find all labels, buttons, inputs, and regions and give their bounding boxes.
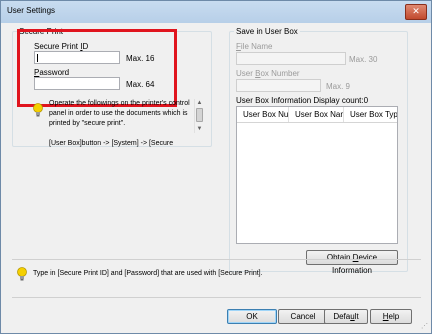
secure-print-id-max: Max. 16 bbox=[126, 54, 155, 63]
lightbulb-icon bbox=[17, 267, 27, 281]
default-button[interactable]: Default bbox=[324, 309, 368, 324]
file-name-input[interactable] bbox=[236, 52, 346, 65]
password-input[interactable] bbox=[34, 77, 120, 90]
box-number-max: Max. 9 bbox=[326, 82, 351, 91]
help-button[interactable]: Help bbox=[370, 309, 412, 324]
scroll-thumb[interactable] bbox=[196, 108, 203, 122]
list-header: User Box Nu... User Box Name User Box Ty… bbox=[237, 107, 397, 123]
lightbulb-icon bbox=[33, 103, 43, 117]
dialog-body: Secure Print Secure Print ID Max. 16 Pas… bbox=[8, 27, 425, 329]
separator-bottom bbox=[12, 297, 421, 298]
note-scrollbar[interactable]: ▲ ▼ bbox=[194, 99, 204, 133]
password-max: Max. 64 bbox=[126, 80, 155, 89]
cancel-button[interactable]: Cancel bbox=[278, 309, 328, 324]
window-title: User Settings bbox=[7, 6, 56, 15]
box-number-input[interactable] bbox=[236, 79, 321, 92]
column-header-box-type[interactable]: User Box Type bbox=[344, 107, 397, 122]
bottom-hint-text: Type in [Secure Print ID] and [Password]… bbox=[33, 270, 263, 277]
scroll-down-icon[interactable]: ▼ bbox=[195, 125, 204, 133]
user-settings-dialog: User Settings ✕ Secure Print Secure Prin… bbox=[0, 0, 432, 334]
password-label: Password bbox=[34, 68, 70, 77]
file-name-label: File Name bbox=[236, 42, 273, 51]
close-icon: ✕ bbox=[412, 6, 420, 16]
close-button[interactable]: ✕ bbox=[405, 4, 427, 20]
resize-grip-icon[interactable]: ⋰ bbox=[421, 323, 429, 331]
secure-print-id-label: Secure Print ID bbox=[34, 42, 89, 51]
user-box-legend: Save in User Box bbox=[236, 27, 298, 36]
scroll-up-icon[interactable]: ▲ bbox=[195, 99, 204, 107]
file-name-max: Max. 30 bbox=[349, 55, 378, 64]
ok-button[interactable]: OK bbox=[227, 309, 277, 324]
secure-print-id-input[interactable] bbox=[34, 51, 120, 64]
column-header-box-name[interactable]: User Box Name bbox=[289, 107, 344, 122]
separator-top bbox=[12, 259, 421, 260]
title-bar[interactable]: User Settings ✕ bbox=[1, 1, 431, 23]
user-box-info-label: User Box Information Display count:0 bbox=[236, 96, 369, 105]
user-box-list[interactable]: User Box Nu... User Box Name User Box Ty… bbox=[236, 106, 398, 244]
secure-print-note: Operate the followings on the printer's … bbox=[49, 100, 190, 147]
column-header-box-number[interactable]: User Box Nu... bbox=[237, 107, 289, 122]
obtain-device-info-button[interactable]: Obtain Device Information bbox=[306, 250, 398, 275]
box-number-label: User Box Number bbox=[236, 69, 300, 78]
